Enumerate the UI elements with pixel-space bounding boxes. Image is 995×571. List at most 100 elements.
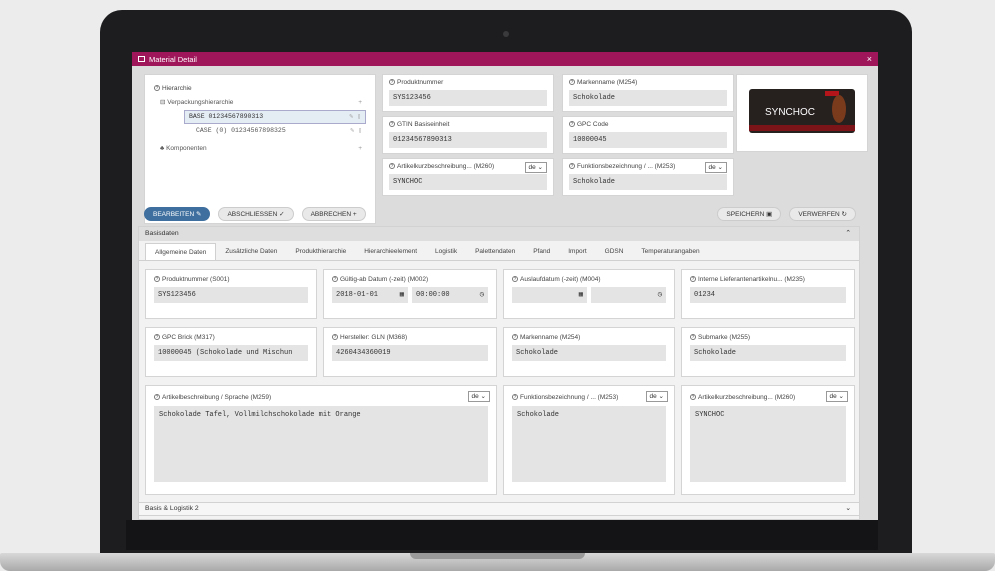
tab-temperaturangaben[interactable]: Temperaturangaben	[632, 243, 708, 260]
field-m002: ? Gültig-ab Datum (-zeit) (M002) 2018-01-…	[323, 269, 497, 319]
m004-date-input[interactable]: ▦	[512, 287, 587, 303]
add-icon[interactable]: +	[358, 142, 362, 156]
finish-button[interactable]: ABSCHLIESSEN ✓	[218, 207, 294, 221]
help-icon: ?	[569, 121, 575, 128]
app-window: Material Detail × ? Hierarchie ⊟ Verpacku…	[132, 52, 878, 520]
field-gpc: ? GPC Code 10000045	[562, 116, 734, 154]
tab-gdsn[interactable]: GDSN	[596, 243, 633, 260]
tab-bar: Allgemeine Daten Zusätzliche Daten Produ…	[139, 241, 859, 261]
tree-label: Verpackungshierarchie	[167, 99, 234, 106]
field-m259: ? Artikelbeschreibung / Sprache (M259) de…	[145, 385, 497, 495]
m235-input[interactable]: 01234	[690, 287, 846, 303]
help-icon: ?	[154, 276, 160, 283]
edit-button[interactable]: BEARBEITEN ✎	[144, 207, 211, 221]
help-icon: ?	[512, 394, 518, 401]
clock-icon[interactable]: ◷	[480, 287, 484, 303]
close-icon[interactable]: ×	[867, 54, 872, 64]
language-select[interactable]: de ⌄	[825, 391, 848, 402]
calendar-icon[interactable]: ▦	[579, 287, 583, 303]
hierarchy-icon: ⊟	[160, 99, 168, 106]
field-gtin: ? GTIN Basiseinheit 01234567890313	[382, 116, 554, 154]
add-icon[interactable]: +	[358, 96, 362, 110]
save-button[interactable]: SPEICHERN ▣	[717, 207, 782, 221]
screen-chin	[126, 520, 878, 550]
edit-delete-icon[interactable]: ✎ ▯	[350, 124, 362, 138]
help-icon: ?	[690, 394, 696, 401]
m004-time-input[interactable]: ◷	[591, 287, 666, 303]
help-icon: ?	[512, 276, 518, 283]
tree-item-case[interactable]: CASE (0) 01234567898325 ✎ ▯	[154, 124, 366, 138]
produktnummer-input[interactable]: SYS123456	[389, 90, 547, 106]
m002-date-input[interactable]: 2018-01-01 ▦	[332, 287, 408, 303]
field-m254: ? Markenname (M254) Schokolade	[503, 327, 675, 377]
field-markenname: ? Markenname (M254) Schokolade	[562, 74, 734, 112]
product-image-art: SYNCHOC	[749, 89, 855, 133]
tree-item-base[interactable]: BASE 01234567890313 ✎ ▯	[184, 110, 366, 124]
calendar-icon[interactable]: ▦	[400, 287, 404, 303]
field-s001: ? Produktnummer (S001) SYS123456	[145, 269, 317, 319]
tab-palettendaten[interactable]: Palettendaten	[466, 243, 524, 260]
tree-label: CASE (0) 01234567898325	[196, 127, 286, 134]
funktion-input[interactable]: Schokolade	[569, 174, 727, 190]
help-icon: ?	[389, 121, 395, 128]
gtin-input[interactable]: 01234567890313	[389, 132, 547, 148]
field-m368: ? Hersteller: GLN (M368) 4260434360019	[323, 327, 497, 377]
m368-input[interactable]: 4260434360019	[332, 345, 488, 361]
field-m255: ? Submarke (M255) Schokolade	[681, 327, 855, 377]
tab-logistik[interactable]: Logistik	[426, 243, 466, 260]
basisdaten-header[interactable]: Basisdaten ⌃	[139, 227, 859, 241]
chevron-down-icon[interactable]: ⌄	[845, 503, 851, 515]
tree-item-components[interactable]: ♣ Komponenten +	[154, 142, 366, 156]
m317-input[interactable]: 10000045 (Schokolade und Mischun	[154, 345, 308, 361]
tab-produkthierarchie[interactable]: Produkthierarchie	[286, 243, 355, 260]
markenname-input[interactable]: Schokolade	[569, 90, 727, 106]
tab-allgemeine-daten[interactable]: Allgemeine Daten	[145, 243, 217, 260]
tab-pfand[interactable]: Pfand	[524, 243, 559, 260]
help-icon: ?	[332, 334, 338, 341]
help-icon: ?	[690, 334, 696, 341]
help-icon: ?	[569, 163, 575, 170]
m002-time-input[interactable]: 00:00:00 ◷	[412, 287, 488, 303]
artikelkurz-input[interactable]: SYNCHOC	[389, 174, 547, 190]
help-icon: ?	[154, 334, 160, 341]
m255-input[interactable]: Schokolade	[690, 345, 846, 361]
m253-textarea[interactable]: Schokolade	[512, 406, 666, 482]
tree-label: Komponenten	[166, 145, 207, 152]
m254-input[interactable]: Schokolade	[512, 345, 666, 361]
m259-textarea[interactable]: Schokolade Tafel, Vollmilchschokolade mi…	[154, 406, 488, 482]
field-m253: ? Funktionsbezeichnung / ... (M253) de ⌄ …	[503, 385, 675, 495]
field-m004: ? Auslaufdatum (-zeit) (M004) ▦ ◷	[503, 269, 675, 319]
m260-textarea[interactable]: SYNCHOC	[690, 406, 846, 482]
discard-button[interactable]: VERWERFEN ↻	[789, 207, 856, 221]
field-m260: ? Artikelkurzbeschreibung... (M260) de ⌄ …	[681, 385, 855, 495]
chevron-up-icon[interactable]: ⌃	[845, 227, 851, 241]
language-select[interactable]: de ⌄	[704, 162, 727, 173]
field-m235: ? Interne Lieferantenartikelnu... (M235) …	[681, 269, 855, 319]
tab-hierarchieelement[interactable]: Hierarchieelement	[355, 243, 426, 260]
window-title: Material Detail	[149, 54, 197, 64]
s001-input[interactable]: SYS123456	[154, 287, 308, 303]
tree-item-packaging[interactable]: ⊟ Verpackungshierarchie +	[154, 96, 366, 110]
help-icon: ?	[389, 163, 395, 170]
hierarchy-panel: ? Hierarchie ⊟ Verpackungshierarchie + BAS…	[144, 74, 376, 224]
language-select[interactable]: de ⌄	[524, 162, 547, 173]
help-icon: ?	[690, 276, 696, 283]
product-brand-text: SYNCHOC	[765, 107, 815, 118]
laptop-notch	[410, 553, 585, 559]
product-image: SYNCHOC	[736, 74, 868, 152]
help-icon: ?	[154, 85, 160, 92]
gpc-input[interactable]: 10000045	[569, 132, 727, 148]
action-bar: BEARBEITEN ✎ ABSCHLIESSEN ✓ ABBRECHEN + …	[144, 206, 864, 222]
language-select[interactable]: de ⌄	[467, 391, 490, 402]
window-icon	[138, 56, 145, 62]
help-icon: ?	[332, 276, 338, 283]
cancel-button[interactable]: ABBRECHEN +	[301, 207, 366, 221]
basis-logistik-2-header[interactable]: Basis & Logistik 2 ⌄	[138, 502, 860, 516]
tab-zusaetzliche-daten[interactable]: Zusätzliche Daten	[216, 243, 286, 260]
help-icon: ?	[569, 79, 575, 86]
field-produktnummer: ? Produktnummer SYS123456	[382, 74, 554, 112]
clock-icon[interactable]: ◷	[658, 287, 662, 303]
edit-delete-icon[interactable]: ✎ ▯	[349, 110, 361, 124]
tab-import[interactable]: Import	[559, 243, 595, 260]
language-select[interactable]: de ⌄	[645, 391, 668, 402]
